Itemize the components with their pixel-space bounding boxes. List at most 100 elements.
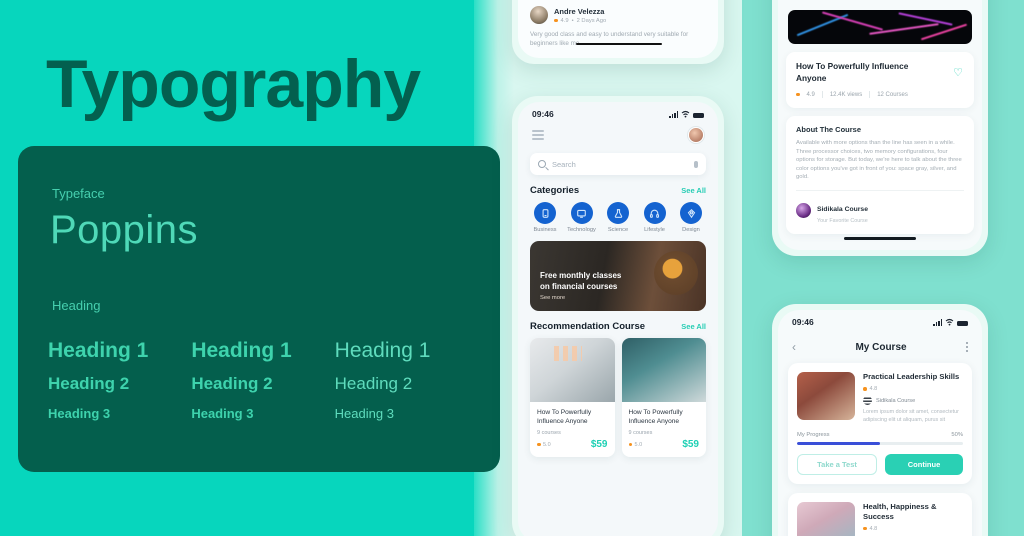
course-count: 12 Courses xyxy=(877,91,908,98)
phone-mockup-review: Andre Velezza 4.9 • 2 Days Ago Very good… xyxy=(512,0,724,64)
promo-banner[interactable]: Free monthly classes on financial course… xyxy=(530,241,706,311)
page-title: Typography xyxy=(46,46,421,122)
heading-3-regular: Heading 3 xyxy=(334,406,394,421)
avatar xyxy=(796,203,811,219)
review-text: Very good class and easy to understand v… xyxy=(530,31,689,47)
star-dot-icon xyxy=(863,387,867,391)
course-rating: 4.8 xyxy=(863,526,963,532)
course-title: How To Powerfully Influence Anyone xyxy=(628,409,683,425)
category-item-technology[interactable]: Technology xyxy=(565,202,599,233)
heading-specimen-grid: Heading 1 Heading 2 Heading 3 Heading 1 … xyxy=(48,334,478,428)
star-dot-icon xyxy=(796,92,800,97)
category-label: Technology xyxy=(567,227,596,233)
take-a-test-button[interactable]: Take a Test xyxy=(797,453,877,475)
battery-icon xyxy=(957,320,968,326)
categories-list: Business Technology Science Lifestyle De… xyxy=(518,200,718,233)
my-course-card[interactable]: Practical Leadership Skills 4.8 Sidikala… xyxy=(788,363,972,484)
kebab-menu-icon[interactable] xyxy=(966,342,968,352)
course-summary-card: How To Powerfully Influence Anyone ♡ 4.9… xyxy=(786,52,974,108)
heading-3-semibold: Heading 3 xyxy=(191,406,254,421)
category-item-design[interactable]: Design xyxy=(674,202,708,233)
heading-1-semibold: Heading 1 xyxy=(191,339,292,362)
briefcase-icon xyxy=(534,202,556,224)
continue-button[interactable]: Continue xyxy=(885,453,963,475)
course-author-name: Sidikala Course xyxy=(817,205,868,213)
course-rating: 5.0 xyxy=(537,442,551,448)
phone-mockup-home: 09:46 Search Categories See All Business… xyxy=(512,96,724,536)
promo-cta[interactable]: See more xyxy=(540,295,621,301)
signal-icon xyxy=(669,111,678,118)
microphone-icon[interactable] xyxy=(694,160,698,168)
course-count: 9 courses xyxy=(628,430,653,436)
progress-value: 50% xyxy=(951,432,963,439)
heading-section-label: Heading xyxy=(52,298,101,313)
course-card[interactable]: How To Powerfully Influence Anyone 9 cou… xyxy=(530,338,615,457)
hamburger-menu-icon[interactable] xyxy=(532,130,544,140)
pen-icon xyxy=(680,202,702,224)
phone-mockup-course-detail: How To Powerfully Influence Anyone ♡ 4.9… xyxy=(772,0,988,256)
search-input[interactable]: Search xyxy=(530,153,706,175)
about-course-section: About The Course Available with more opt… xyxy=(786,116,974,234)
course-count: 9 courses xyxy=(537,430,561,436)
course-title: How To Powerfully Influence Anyone xyxy=(796,61,909,83)
promo-line-1: Free monthly classes xyxy=(540,271,622,280)
category-label: Business xyxy=(533,227,557,233)
category-item-business[interactable]: Business xyxy=(528,202,562,233)
status-bar: 09:46 xyxy=(518,102,718,121)
categories-see-all-link[interactable]: See All xyxy=(681,186,706,195)
course-rating: 4.8 xyxy=(863,386,963,392)
review-separator: • xyxy=(571,17,574,24)
review-time: 2 Days Ago xyxy=(576,17,607,24)
heart-icon[interactable]: ♡ xyxy=(953,68,963,79)
promo-line-2: on financial courses xyxy=(540,282,618,291)
home-indicator xyxy=(844,237,916,240)
reviewer-row: Andre Velezza 4.9 • 2 Days Ago xyxy=(530,6,706,24)
course-detail-screen: How To Powerfully Influence Anyone ♡ 4.9… xyxy=(778,0,982,250)
star-dot-icon xyxy=(554,18,558,23)
monitor-icon xyxy=(570,202,593,224)
course-card[interactable]: How To Powerfully Influence Anyone 9 cou… xyxy=(621,338,706,457)
status-bar: 09:46 xyxy=(778,310,982,329)
heading-column-semibold: Heading 1 Heading 2 Heading 3 xyxy=(191,334,334,428)
recommendation-see-all-link[interactable]: See All xyxy=(681,322,706,331)
my-course-navbar: ‹ My Course xyxy=(778,329,982,353)
phone-mockup-my-course: 09:46 ‹ My Course Practical Leadership S… xyxy=(772,304,988,536)
avatar[interactable] xyxy=(688,127,704,143)
course-rating-value: 4.8 xyxy=(869,525,878,532)
category-label: Design xyxy=(682,227,700,233)
recommendation-header: Recommendation Course See All xyxy=(518,311,718,336)
avatar xyxy=(863,396,872,405)
my-course-card-row: Health, Happiness & Success 4.8 Sidikala… xyxy=(797,501,963,536)
avatar xyxy=(530,6,548,24)
flask-icon xyxy=(607,202,629,224)
course-rating-value: 4.8 xyxy=(869,386,878,392)
course-views: 12.4K views xyxy=(829,91,863,98)
heading-3-bold: Heading 3 xyxy=(48,406,111,421)
status-time: 09:46 xyxy=(532,109,554,119)
home-indicator xyxy=(576,42,662,45)
course-author-row[interactable]: Sidikala Course Your Favorite Course xyxy=(796,198,964,224)
review-screen: Andre Velezza 4.9 • 2 Days Ago Very good… xyxy=(518,0,718,58)
course-price: $59 xyxy=(590,439,608,450)
review-meta: 4.9 • 2 Days Ago xyxy=(554,18,606,24)
chevron-left-icon[interactable]: ‹ xyxy=(792,341,796,353)
status-icons xyxy=(933,318,968,326)
typeface-name: Poppins xyxy=(50,208,199,252)
my-course-card[interactable]: Health, Happiness & Success 4.8 Sidikala… xyxy=(788,492,972,536)
wifi-icon xyxy=(681,110,690,118)
promo-banner-text: Free monthly classes on financial course… xyxy=(540,270,621,301)
about-course-title: About The Course xyxy=(796,125,861,134)
category-label: Science xyxy=(607,227,629,233)
heading-2-bold: Heading 2 xyxy=(48,374,130,393)
progress-label: My Progress xyxy=(797,432,830,439)
status-icons xyxy=(669,110,704,118)
course-title: Health, Happiness & Success xyxy=(863,501,937,521)
category-item-lifestyle[interactable]: Lifestyle xyxy=(638,202,672,233)
course-price: $59 xyxy=(682,439,699,450)
home-header xyxy=(518,121,718,147)
heading-column-regular: Heading 1 Heading 2 Heading 3 xyxy=(335,334,478,428)
divider xyxy=(869,91,871,98)
category-item-science[interactable]: Science xyxy=(601,202,635,233)
status-time: 09:46 xyxy=(792,317,814,327)
divider xyxy=(821,91,823,98)
